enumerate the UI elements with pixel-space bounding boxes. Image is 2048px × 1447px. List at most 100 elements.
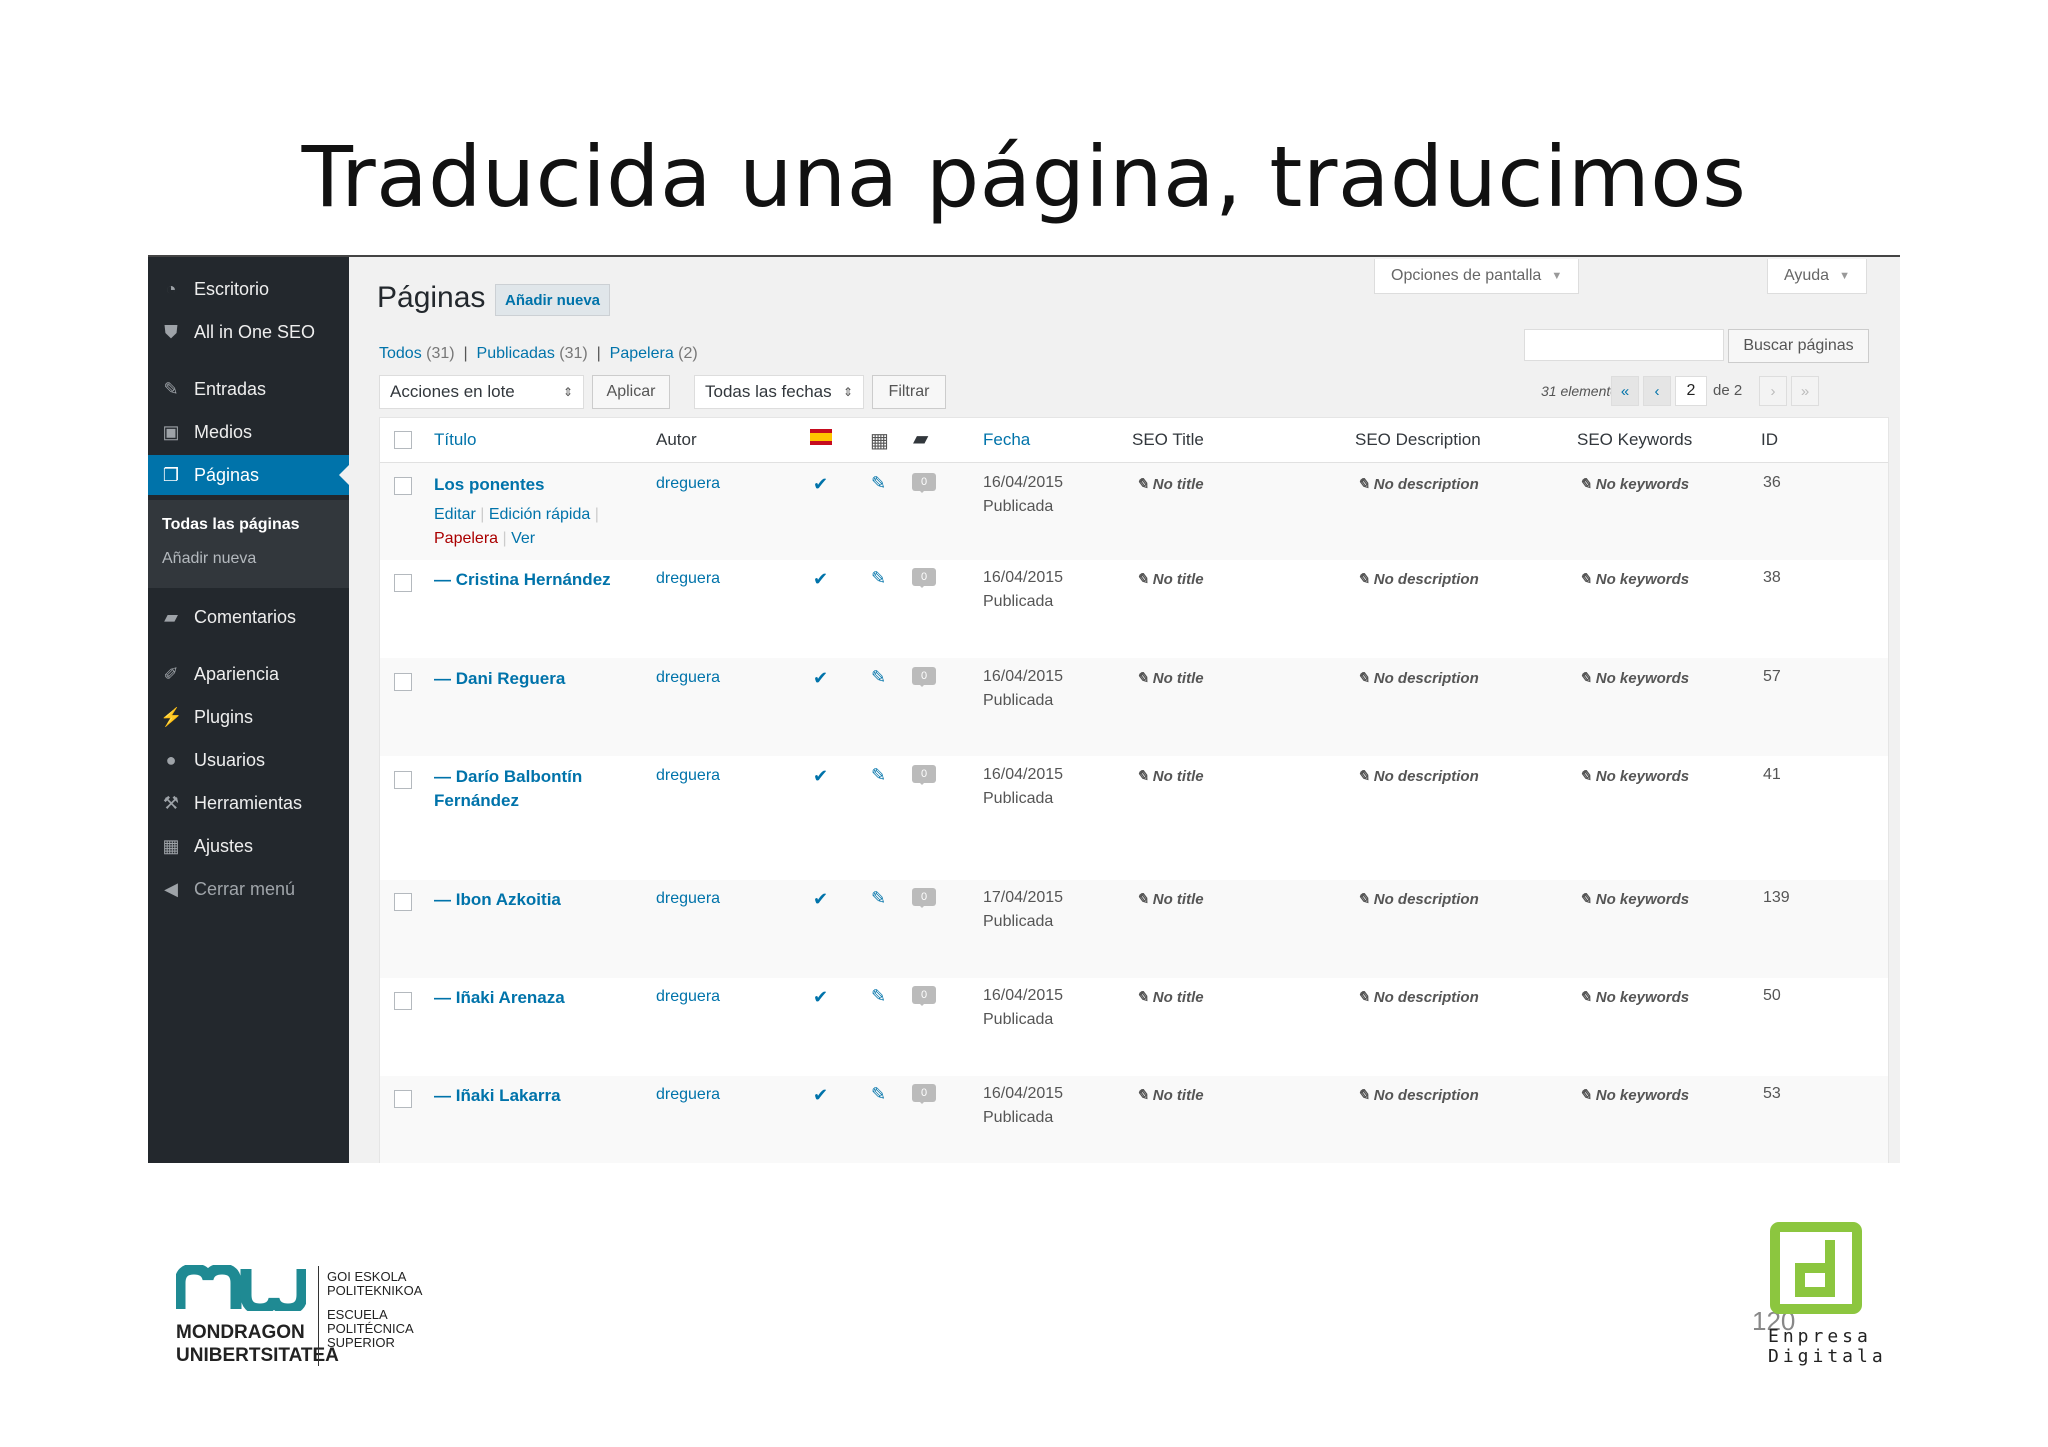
row-seo-description[interactable]: ✎ No description [1357, 890, 1479, 908]
row-author[interactable]: dreguera [656, 475, 720, 493]
row-checkbox[interactable] [394, 574, 412, 592]
row-checkbox[interactable] [394, 1090, 412, 1108]
last-page-button[interactable]: » [1791, 376, 1819, 406]
sidebar-item-comentarios[interactable]: ▰ Comentarios [148, 597, 349, 637]
pencil-icon[interactable]: ✎ [871, 888, 886, 909]
sidebar-item-all-in-one-seo[interactable]: ⛊ All in One SEO [148, 312, 349, 352]
page-title: Páginas [377, 281, 486, 314]
comment-count-icon[interactable]: 0 [912, 888, 936, 908]
row-seo-keywords[interactable]: ✎ No keywords [1579, 1086, 1689, 1104]
row-author[interactable]: dreguera [656, 890, 720, 908]
row-seo-keywords[interactable]: ✎ No keywords [1579, 669, 1689, 687]
view-link[interactable]: Ver [511, 530, 535, 547]
row-title[interactable]: — Iñaki Lakarra [434, 1084, 561, 1108]
first-page-button[interactable]: « [1611, 376, 1639, 406]
sidebar-item-ajustes[interactable]: ▦ Ajustes [148, 826, 349, 866]
search-pages-button[interactable]: Buscar páginas [1728, 329, 1869, 363]
comment-column-icon: ▰ [913, 428, 929, 450]
sidebar-item-paginas[interactable]: ❐ Páginas [148, 455, 349, 495]
view-published-link[interactable]: Publicadas [477, 345, 555, 362]
logo-divider [318, 1266, 319, 1366]
row-title[interactable]: — Cristina Hernández [434, 568, 611, 592]
row-seo-keywords[interactable]: ✎ No keywords [1579, 988, 1689, 1006]
row-seo-title[interactable]: ✎ No title [1136, 988, 1204, 1006]
table-header: Título Autor ▦ ▰ Fecha SEO Title SEO Des… [380, 418, 1888, 463]
bulk-actions-select[interactable]: Acciones en lote ⇕ [379, 375, 584, 409]
help-button[interactable]: Ayuda ▼ [1767, 259, 1867, 294]
row-seo-title[interactable]: ✎ No title [1136, 475, 1204, 493]
date-filter-select[interactable]: Todas las fechas ⇕ [694, 375, 864, 409]
search-input[interactable] [1524, 329, 1724, 361]
sidebar-item-usuarios[interactable]: ● Usuarios [148, 740, 349, 780]
row-author[interactable]: dreguera [656, 767, 720, 785]
row-title[interactable]: Los ponentes [434, 473, 545, 497]
row-seo-description[interactable]: ✎ No description [1357, 988, 1479, 1006]
filter-button[interactable]: Filtrar [872, 375, 946, 409]
comment-count-icon[interactable]: 0 [912, 986, 936, 1006]
column-title[interactable]: Título [434, 430, 477, 450]
row-checkbox[interactable] [394, 477, 412, 495]
edit-link[interactable]: Editar [434, 506, 476, 523]
row-checkbox[interactable] [394, 771, 412, 789]
pencil-icon[interactable]: ✎ [871, 986, 886, 1007]
column-date[interactable]: Fecha [983, 430, 1030, 450]
row-seo-description[interactable]: ✎ No description [1357, 475, 1479, 493]
row-title[interactable]: — Dani Reguera [434, 667, 565, 691]
row-seo-description[interactable]: ✎ No description [1357, 669, 1479, 687]
sidebar-item-apariencia[interactable]: ✐ Apariencia [148, 654, 349, 694]
row-title[interactable]: — Ibon Azkoitia [434, 888, 561, 912]
row-seo-keywords[interactable]: ✎ No keywords [1579, 890, 1689, 908]
comment-count-icon[interactable]: 0 [912, 473, 936, 493]
comment-count-icon[interactable]: 0 [912, 667, 936, 687]
comment-count-icon[interactable]: 0 [912, 568, 936, 588]
prev-page-button[interactable]: ‹ [1643, 376, 1671, 406]
submenu-add-new[interactable]: Añadir nueva [162, 550, 256, 568]
row-author[interactable]: dreguera [656, 669, 720, 687]
quick-edit-link[interactable]: Edición rápida [489, 506, 590, 523]
row-seo-keywords[interactable]: ✎ No keywords [1579, 475, 1689, 493]
next-page-button[interactable]: › [1759, 376, 1787, 406]
add-new-page-button[interactable]: Añadir nueva [495, 284, 611, 316]
row-seo-title[interactable]: ✎ No title [1136, 890, 1204, 908]
pencil-icon[interactable]: ✎ [871, 667, 886, 688]
submenu-all-pages[interactable]: Todas las páginas [162, 516, 300, 534]
current-page-input[interactable]: 2 [1675, 376, 1707, 406]
row-seo-title[interactable]: ✎ No title [1136, 669, 1204, 687]
sidebar-item-entradas[interactable]: ✎ Entradas [148, 369, 349, 409]
row-title[interactable]: — Iñaki Arenaza [434, 986, 565, 1010]
row-title-continued[interactable]: Fernández [434, 789, 519, 813]
row-seo-keywords[interactable]: ✎ No keywords [1579, 767, 1689, 785]
trash-link[interactable]: Papelera [434, 530, 498, 547]
row-checkbox[interactable] [394, 992, 412, 1010]
row-date: 16/04/2015 [983, 569, 1064, 586]
sidebar-item-herramientas[interactable]: ⚒ Herramientas [148, 783, 349, 823]
view-trash-link[interactable]: Papelera [610, 345, 674, 362]
row-seo-title[interactable]: ✎ No title [1136, 570, 1204, 588]
row-author[interactable]: dreguera [656, 988, 720, 1006]
sidebar-item-escritorio[interactable]: ◔ Escritorio [148, 269, 349, 309]
row-author[interactable]: dreguera [656, 1086, 720, 1104]
row-author[interactable]: dreguera [656, 570, 720, 588]
select-all-checkbox[interactable] [394, 431, 412, 449]
pencil-icon[interactable]: ✎ [871, 765, 886, 786]
row-seo-description[interactable]: ✎ No description [1357, 570, 1479, 588]
sidebar-item-plugins[interactable]: ⚡ Plugins [148, 697, 349, 737]
row-seo-title[interactable]: ✎ No title [1136, 767, 1204, 785]
sidebar-collapse-menu[interactable]: ◀ Cerrar menú [148, 869, 349, 909]
sidebar-item-medios[interactable]: ▣ Medios [148, 412, 349, 452]
row-seo-title[interactable]: ✎ No title [1136, 1086, 1204, 1104]
view-all-link[interactable]: Todos [379, 345, 422, 362]
row-seo-description[interactable]: ✎ No description [1357, 1086, 1479, 1104]
row-checkbox[interactable] [394, 673, 412, 691]
comment-count-icon[interactable]: 0 [912, 765, 936, 785]
pencil-icon[interactable]: ✎ [871, 1084, 886, 1105]
row-checkbox[interactable] [394, 893, 412, 911]
comment-count-icon[interactable]: 0 [912, 1084, 936, 1104]
apply-button[interactable]: Aplicar [592, 375, 670, 409]
pencil-icon[interactable]: ✎ [871, 568, 886, 589]
row-seo-keywords[interactable]: ✎ No keywords [1579, 570, 1689, 588]
screen-options-button[interactable]: Opciones de pantalla ▼ [1374, 259, 1580, 294]
row-seo-description[interactable]: ✎ No description [1357, 767, 1479, 785]
row-title[interactable]: — Darío Balbontín [434, 765, 582, 789]
pencil-icon[interactable]: ✎ [871, 473, 886, 494]
